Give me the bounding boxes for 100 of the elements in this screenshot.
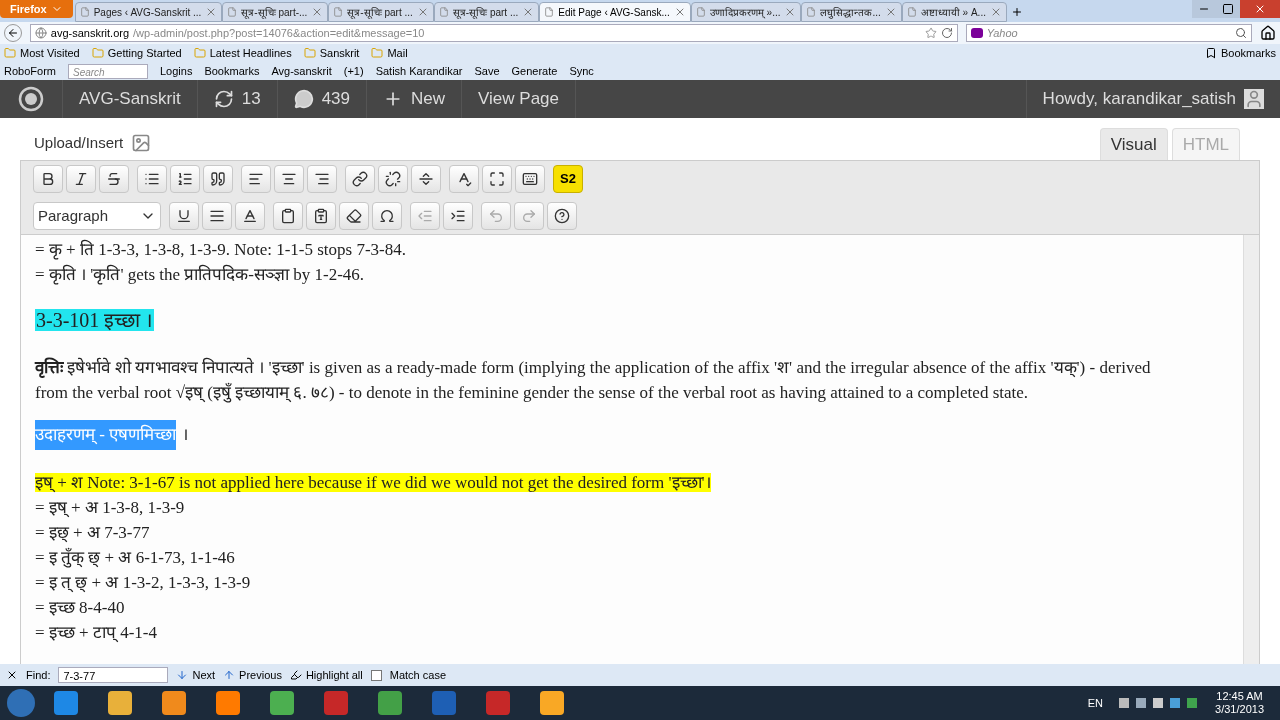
text-color-button[interactable]	[235, 202, 265, 230]
toolbar-link[interactable]: Satish Karandikar	[375, 62, 463, 80]
bookmark-link[interactable]: Most Visited	[4, 44, 80, 62]
content-line: = इच्छ 8-4-40	[35, 597, 126, 619]
paste-text-button[interactable]	[273, 202, 303, 230]
bookmark-link[interactable]: Latest Headlines	[193, 44, 292, 62]
content-line: = इ तुँक् छ् + अ 6-1-73, 1-1-46	[35, 547, 236, 570]
justify-icon	[209, 208, 225, 224]
browser-tab[interactable]: सूत्र-सूचिः part ...	[433, 2, 540, 22]
language-indicator[interactable]: EN	[1087, 694, 1104, 712]
format-select[interactable]: Paragraph	[33, 202, 161, 230]
kitchen-sink-button[interactable]	[515, 165, 545, 193]
highlighter-icon	[289, 669, 302, 681]
browser-tab[interactable]: सूत्र-सूचिः part-...	[222, 2, 329, 22]
keyboard-icon	[522, 171, 538, 187]
media-icon	[131, 132, 152, 153]
browser-tab[interactable]: लघुसिद्धान्तक...	[801, 2, 902, 22]
toolbar-link[interactable]: Save	[474, 62, 500, 80]
tray-icons[interactable]	[1119, 696, 1200, 710]
toolbar-link[interactable]: (+1)	[343, 62, 364, 80]
web-search-field[interactable]: Yahoo	[965, 24, 1252, 42]
find-field[interactable]: 7-3-77	[58, 667, 169, 683]
bullet-list-button[interactable]	[137, 165, 167, 193]
clock-date[interactable]: 3/31/2013	[1215, 703, 1264, 716]
search-engine-icon[interactable]	[970, 28, 983, 38]
numbered-list-button[interactable]	[170, 165, 200, 193]
clock-time[interactable]: 12:45 AM	[1216, 690, 1263, 703]
spellcheck-button[interactable]	[449, 165, 479, 193]
strikethrough-button[interactable]	[99, 165, 129, 193]
folder-icon	[4, 47, 16, 59]
scrollbar[interactable]	[1243, 235, 1259, 664]
toolbar-link[interactable]: Logins	[159, 62, 193, 80]
globe-icon	[34, 27, 47, 39]
browser-tab[interactable]: Edit Page ‹ AVG-Sansk...	[539, 2, 691, 22]
folder-icon	[91, 47, 104, 59]
bookmark-star-icon[interactable]	[924, 27, 937, 39]
close-find-icon[interactable]	[6, 669, 18, 681]
toolbar-link[interactable]: Bookmarks	[204, 62, 260, 80]
toolbar-link[interactable]: Avg-sanskrit	[271, 62, 332, 80]
next-button[interactable]: Next	[176, 666, 216, 684]
align-left-button[interactable]	[241, 165, 271, 193]
content-line: = इ त् छ् + अ 1-3-2, 1-3-3, 1-3-9	[35, 572, 252, 594]
start-button-icon[interactable]	[6, 688, 36, 718]
toolbar-link[interactable]: Generate	[511, 62, 558, 80]
special-character-button[interactable]	[372, 202, 402, 230]
page-icon	[227, 7, 238, 17]
upload-insert-button[interactable]: Upload/Insert	[20, 131, 152, 160]
clipboard-text-icon	[313, 208, 329, 224]
bookmark-link[interactable]: Getting Started	[91, 44, 182, 62]
plugin-button[interactable]: S2	[553, 165, 583, 193]
spellcheck-icon	[456, 171, 472, 187]
tab-title: लघुसिद्धान्तक...	[820, 5, 881, 20]
content-line: = कृ + ति 1-3-3, 1-3-8, 1-3-9. Note: 1-1-5 stops 7-3-84.	[35, 238, 407, 262]
bookmark-link[interactable]: Sanskrit	[303, 44, 360, 62]
bookmark-link[interactable]: Mail	[371, 44, 408, 62]
reload-icon[interactable]	[940, 27, 953, 39]
link-button[interactable]	[345, 165, 375, 193]
clipboard-icon	[280, 208, 296, 224]
text-color-icon	[242, 208, 258, 224]
minimize-button[interactable]	[1192, 0, 1216, 18]
match-case-checkbox[interactable]	[370, 669, 382, 681]
undo-icon	[488, 208, 504, 224]
unlink-button[interactable]	[378, 165, 408, 193]
highlight-all-button[interactable]: Highlight all	[289, 666, 363, 684]
roboform-menu[interactable]: RoboForm	[4, 62, 56, 80]
browser-tab[interactable]: उणादिप्रकरणम् »...	[690, 2, 802, 22]
page-icon	[438, 7, 449, 17]
blockquote-button[interactable]	[203, 165, 233, 193]
toolbar-link[interactable]: Sync	[569, 62, 594, 80]
bookmarks-menu[interactable]: Bookmarks	[1204, 44, 1276, 62]
bold-button[interactable]	[33, 165, 63, 193]
highlighted-note: इष् + श Note: 3-1-67 is not applied here because if we did we would not get the desired form 'इच्छा'।	[35, 472, 711, 492]
fullscreen-button[interactable]	[482, 165, 512, 193]
italic-button[interactable]	[66, 165, 96, 193]
page-icon	[695, 7, 706, 17]
browser-tab[interactable]: अष्टाध्यायी » A...	[901, 2, 1007, 22]
roboform-search-field[interactable]: Search	[67, 63, 148, 79]
underline-button[interactable]	[169, 202, 199, 230]
justify-button[interactable]	[202, 202, 232, 230]
paste-word-button[interactable]	[306, 202, 336, 230]
tab-title: अष्टाध्यायी » A...	[920, 5, 986, 20]
previous-button[interactable]: Previous	[223, 666, 282, 684]
folder-icon	[303, 47, 316, 59]
wordpress-logo-icon[interactable]	[18, 86, 44, 112]
more-tag-button[interactable]	[411, 165, 441, 193]
align-center-button[interactable]	[274, 165, 304, 193]
home-icon[interactable]	[1260, 25, 1276, 41]
browser-tab[interactable]: सूत्र-सूचिः part ...	[328, 2, 434, 22]
plus-icon	[1010, 6, 1023, 18]
search-icon[interactable]	[1235, 27, 1247, 39]
align-right-button[interactable]	[307, 165, 337, 193]
clear-formatting-button[interactable]	[339, 202, 369, 230]
find-label: Find:	[26, 667, 51, 683]
help-button[interactable]	[547, 202, 577, 230]
maximize-button[interactable]	[1216, 0, 1240, 18]
redo-icon	[521, 208, 537, 224]
browser-tab[interactable]: Pages ‹ AVG-Sanskrit ...	[74, 2, 223, 22]
editor-mode-tab[interactable]: Visual	[1099, 128, 1168, 160]
indent-button[interactable]	[443, 202, 473, 230]
address-bar[interactable]: avg-sanskrit.org /wp-admin/post.php?post=14076&action=edit&message=10	[29, 24, 958, 42]
